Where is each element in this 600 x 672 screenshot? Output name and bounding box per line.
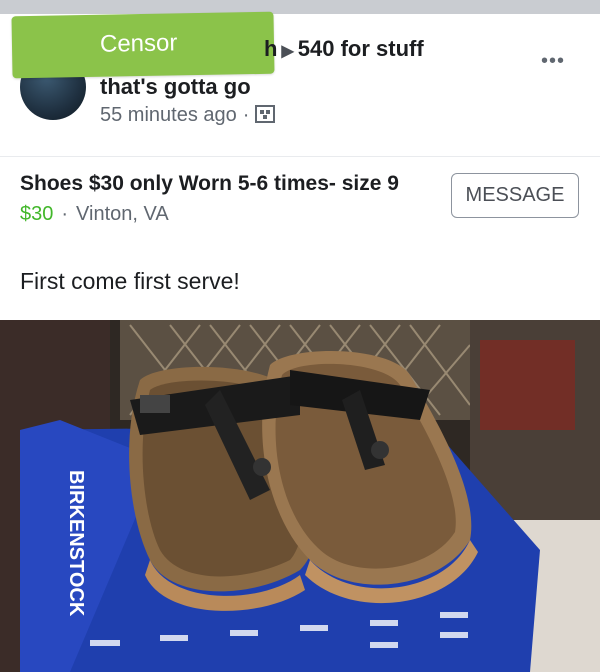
censor-overlay: Censor	[11, 11, 275, 79]
timestamp[interactable]: 55 minutes ago	[100, 104, 237, 126]
group-name-continued[interactable]: that's gotta go	[100, 74, 251, 100]
group-name-part1: 540 for stuff	[297, 36, 424, 61]
top-status-bar	[0, 0, 600, 14]
censor-label: Censor	[99, 29, 178, 58]
price-location: $30 · Vinton, VA	[20, 203, 169, 225]
listing-title: Shoes $30 only Worn 5-6 times- size 9	[20, 172, 399, 195]
post-meta: 55 minutes ago ·	[100, 104, 276, 127]
listing-location[interactable]: Vinton, VA	[76, 203, 169, 225]
listing-photo[interactable]: BIRKENSTOCK	[0, 320, 600, 672]
more-options-icon[interactable]: •••	[541, 50, 565, 73]
sandals-photo-illustration: BIRKENSTOCK	[0, 320, 600, 672]
listing-description: First come first serve!	[20, 268, 240, 294]
divider	[0, 156, 600, 157]
triangle-right-icon: ▶	[281, 43, 294, 60]
listing-price: $30	[20, 203, 54, 225]
group-privacy-icon	[255, 105, 276, 123]
group-name[interactable]: h ▶ 540 for stuff	[264, 36, 424, 62]
box-brand-text: BIRKENSTOCK	[65, 470, 87, 617]
message-button[interactable]: MESSAGE	[451, 173, 579, 218]
